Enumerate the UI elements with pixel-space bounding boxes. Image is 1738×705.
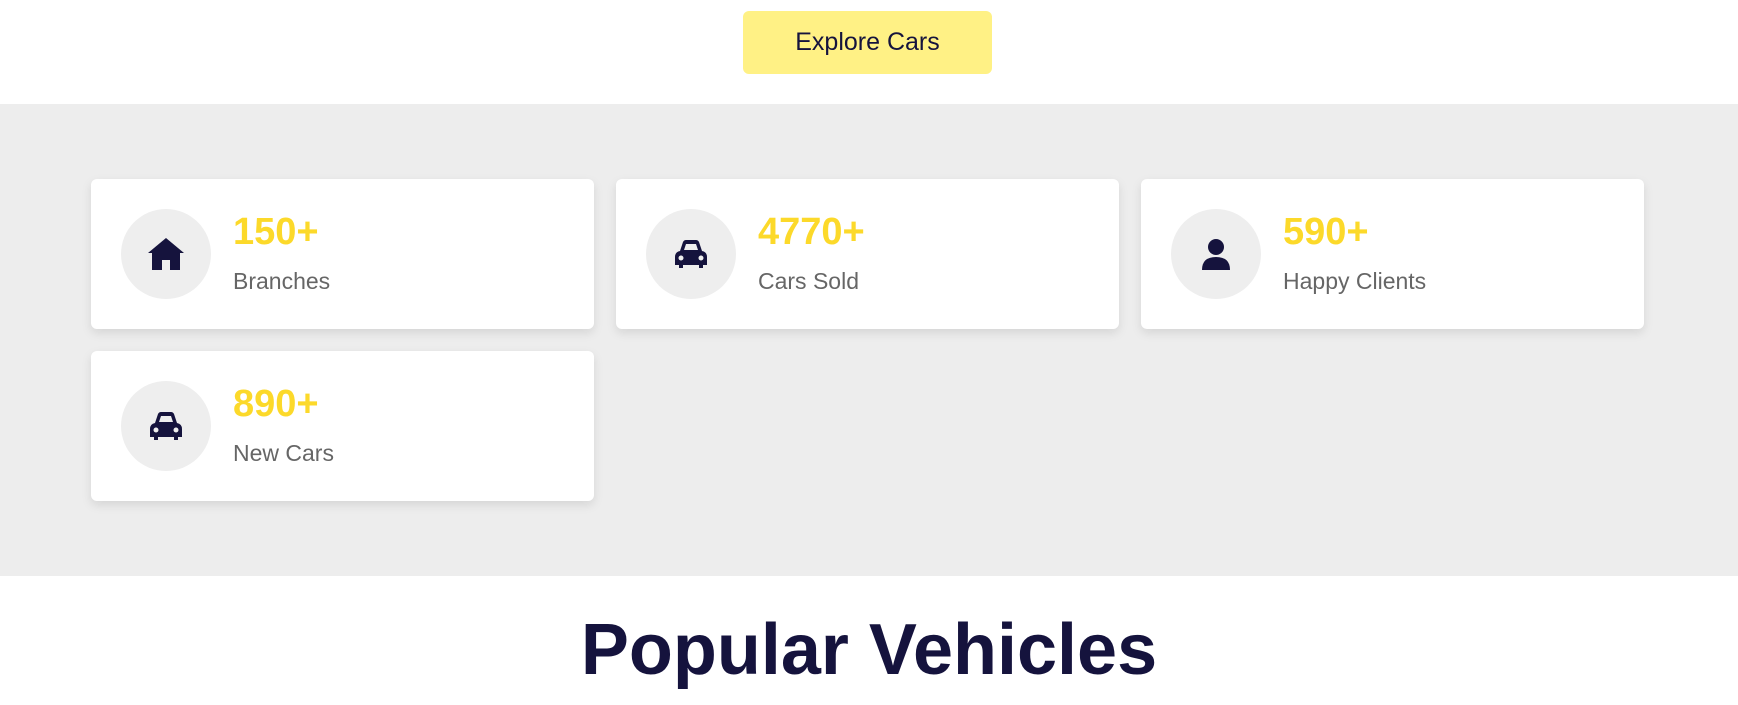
user-icon <box>1171 209 1261 299</box>
stats-section: 150+ Branches 4770+ Cars Sold 590+ Happy… <box>0 104 1738 576</box>
stat-card-cars-sold: 4770+ Cars Sold <box>616 179 1119 329</box>
stat-label: Cars Sold <box>758 268 859 294</box>
car-icon <box>121 381 211 471</box>
stat-value: 4770+ <box>758 211 865 253</box>
section-title: Popular Vehicles <box>0 614 1738 686</box>
stat-card-new-cars: 890+ New Cars <box>91 351 594 501</box>
car-icon <box>646 209 736 299</box>
stat-card-happy-clients: 590+ Happy Clients <box>1141 179 1644 329</box>
stat-label: New Cars <box>233 440 334 466</box>
section-title-part2: Vehicles <box>868 610 1158 690</box>
stat-label: Branches <box>233 268 331 294</box>
section-title-highlight: Vehicles <box>868 614 1158 686</box>
stat-card-branches: 150+ Branches <box>91 179 594 329</box>
stat-value: 150+ <box>233 211 319 253</box>
section-title-part1: Popular <box>580 610 869 690</box>
house-icon <box>121 209 211 299</box>
explore-cars-button[interactable]: Explore Cars <box>743 11 992 74</box>
stat-value: 590+ <box>1283 211 1369 253</box>
stat-label: Happy Clients <box>1283 268 1427 294</box>
top-bar: Explore Cars <box>0 0 1738 104</box>
stat-value: 890+ <box>233 383 319 425</box>
